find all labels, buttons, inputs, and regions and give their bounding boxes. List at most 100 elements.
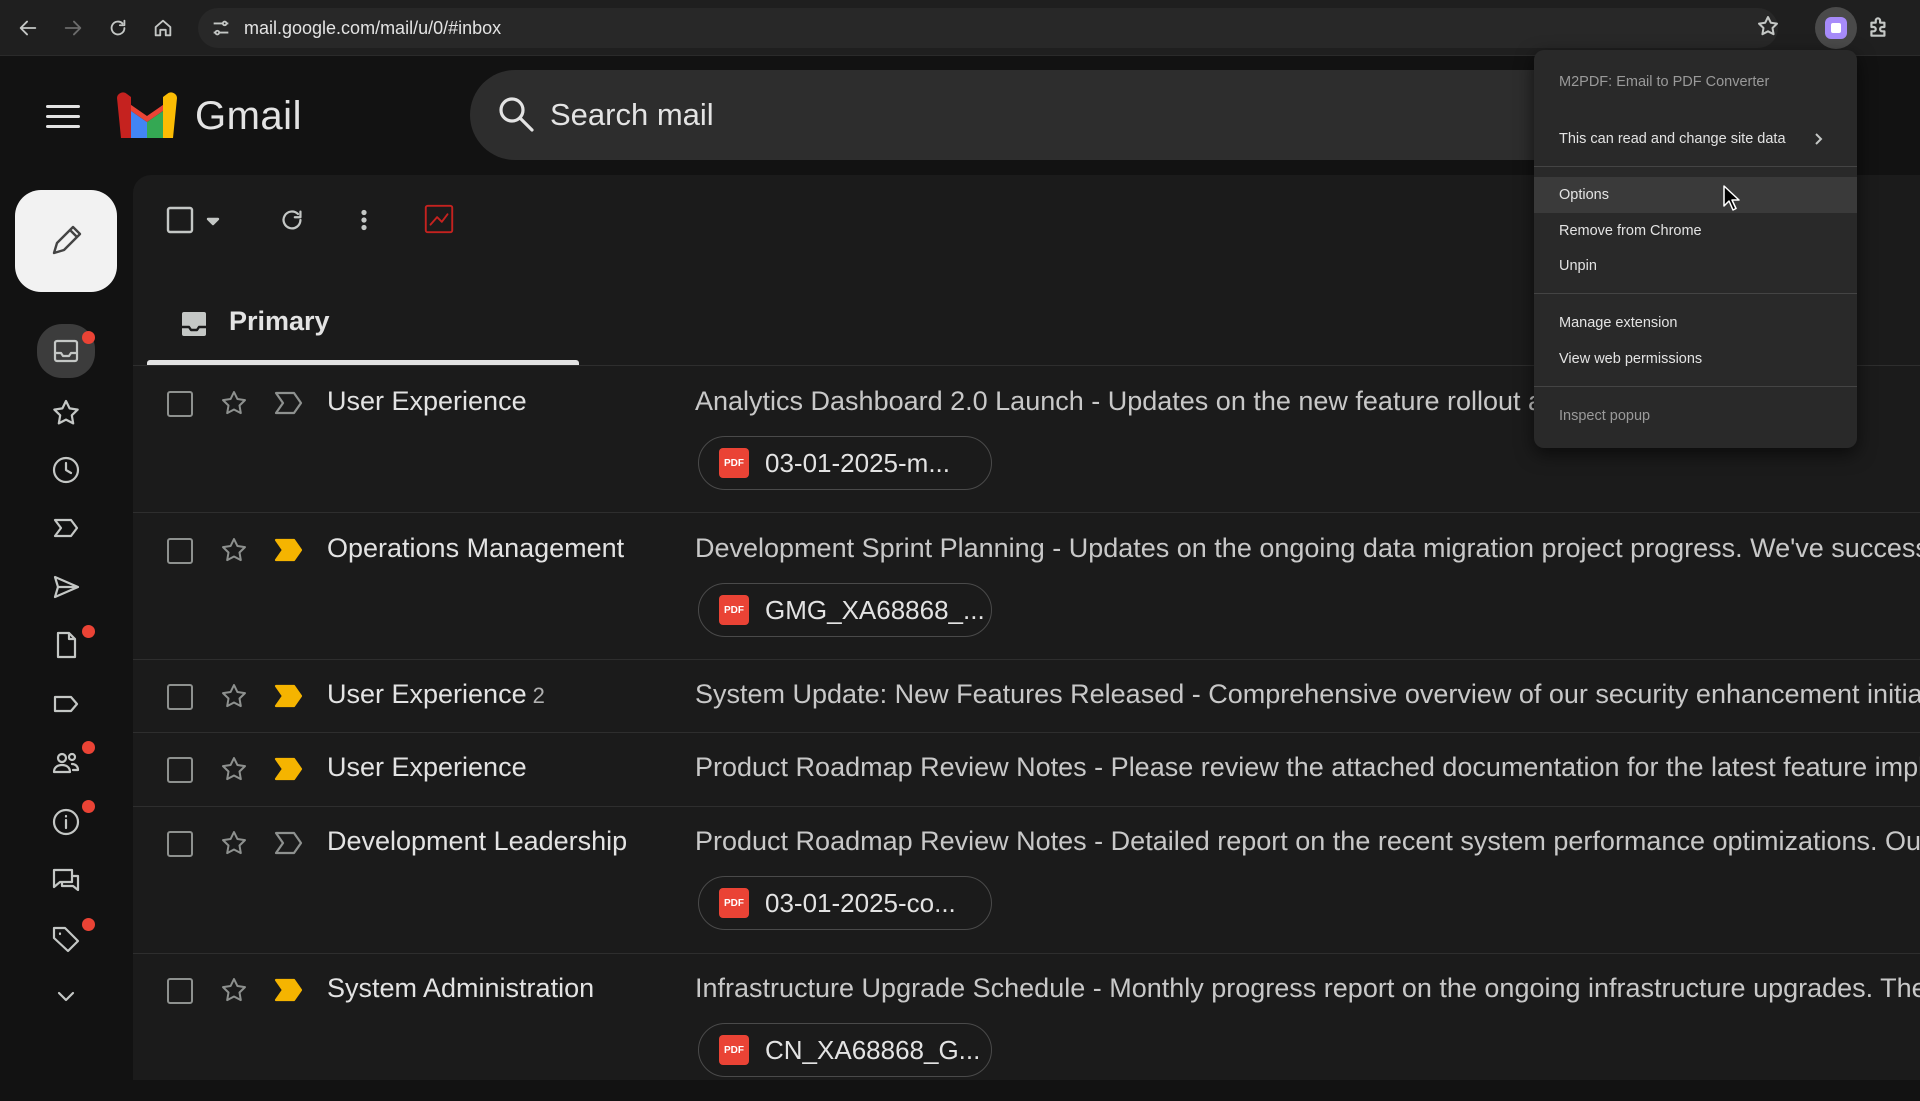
star-icon[interactable] — [219, 682, 249, 712]
menu-site-data-label: This can read and change site data — [1559, 131, 1786, 147]
row-checkbox[interactable] — [167, 684, 193, 710]
star-icon[interactable] — [219, 755, 249, 785]
tab-primary-label: Primary — [229, 306, 330, 336]
gmail-wordmark[interactable]: Gmail — [195, 94, 302, 139]
menu-site-data[interactable]: This can read and change site data — [1534, 121, 1857, 157]
email-sender: User Experience 2 — [327, 679, 545, 709]
attachment-name: 03-01-2025-co... — [765, 887, 956, 918]
important-marker-icon[interactable] — [274, 390, 304, 416]
important-marker-icon[interactable] — [274, 683, 304, 709]
star-icon[interactable] — [219, 829, 249, 859]
chevron-down-icon — [57, 991, 75, 1002]
email-row[interactable]: User Experience 2 System Update: New Feat… — [133, 660, 1920, 733]
main-menu-icon[interactable] — [46, 96, 86, 136]
site-info-icon[interactable] — [210, 17, 232, 39]
email-row[interactable]: Development Leadership Product Roadmap R… — [133, 807, 1920, 954]
pdf-file-icon: PDF — [719, 1035, 749, 1065]
select-all-checkbox[interactable] — [165, 205, 195, 235]
home-button[interactable] — [147, 12, 179, 44]
search-bar[interactable] — [470, 70, 1610, 160]
gmail-logo-icon[interactable] — [117, 92, 177, 138]
important-marker-icon[interactable] — [274, 756, 304, 782]
menu-options[interactable]: Options — [1534, 177, 1857, 213]
email-row[interactable]: Operations Management Development Sprint… — [133, 513, 1920, 660]
attachment-chip[interactable]: PDF 03-01-2025-m... — [698, 436, 992, 490]
send-icon — [53, 575, 80, 599]
star-icon[interactable] — [219, 389, 249, 419]
pdf-file-icon: PDF — [719, 448, 749, 478]
menu-divider — [1534, 166, 1857, 167]
pdf-file-icon: PDF — [719, 888, 749, 918]
email-subject: Infrastructure Upgrade Schedule - Monthl… — [695, 973, 1920, 1003]
tag-icon — [52, 926, 80, 953]
row-checkbox[interactable] — [167, 538, 193, 564]
rail-more[interactable] — [35, 972, 97, 1022]
draft-file-icon — [56, 631, 77, 659]
menu-divider — [1534, 386, 1857, 387]
rail-starred[interactable] — [35, 388, 97, 438]
reload-icon — [110, 19, 126, 36]
tab-primary[interactable]: Primary — [147, 285, 577, 365]
forward-arrow-icon — [64, 20, 82, 36]
inbox-notification-dot — [82, 331, 95, 344]
attachment-chip[interactable]: PDF GMG_XA68868_... — [698, 583, 992, 637]
rail-label[interactable] — [35, 679, 97, 729]
email-sender: User Experience — [327, 386, 527, 416]
info-icon — [52, 808, 80, 836]
inbox-tab-icon — [179, 309, 209, 339]
attachment-chip[interactable]: PDF 03-01-2025-co... — [698, 876, 992, 930]
bookmark-star-icon[interactable] — [1756, 14, 1784, 42]
important-marker-icon[interactable] — [274, 537, 304, 563]
menu-remove-from-chrome[interactable]: Remove from Chrome — [1534, 213, 1857, 249]
important-marker-icon[interactable] — [274, 977, 304, 1003]
important-marker-icon[interactable] — [274, 830, 304, 856]
pencil-icon — [52, 225, 82, 255]
mouse-cursor-icon — [1723, 185, 1740, 211]
back-arrow-icon — [19, 20, 37, 36]
drafts-notification-dot — [82, 625, 95, 638]
rail-sent[interactable] — [35, 562, 97, 612]
extension-icon — [1825, 17, 1847, 39]
email-subject: Development Sprint Planning - Updates on… — [695, 533, 1920, 563]
menu-manage-extension[interactable]: Manage extension — [1534, 305, 1857, 341]
row-checkbox[interactable] — [167, 391, 193, 417]
email-sender: Development Leadership — [327, 826, 628, 856]
attachment-chip[interactable]: PDF CN_XA68868_G... — [698, 1023, 992, 1077]
row-checkbox[interactable] — [167, 978, 193, 1004]
email-row[interactable]: System Administration Infrastructure Upg… — [133, 954, 1920, 1101]
search-input[interactable] — [550, 70, 1450, 160]
more-options-icon[interactable] — [347, 203, 381, 237]
row-checkbox[interactable] — [167, 757, 193, 783]
star-icon[interactable] — [219, 976, 249, 1006]
people-icon — [52, 752, 80, 774]
forward-button[interactable] — [57, 12, 89, 44]
refresh-icon[interactable] — [275, 203, 309, 237]
rail-forums[interactable] — [35, 855, 97, 905]
attachment-name: GMG_XA68868_... — [765, 594, 985, 625]
row-checkbox[interactable] — [167, 831, 193, 857]
url-text[interactable]: mail.google.com/mail/u/0/#inbox — [244, 18, 501, 39]
m2pdf-export-icon[interactable] — [421, 201, 457, 237]
email-row[interactable]: User Experience Product Roadmap Review N… — [133, 733, 1920, 807]
email-sender: System Administration — [327, 973, 595, 1003]
m2pdf-extension-button[interactable] — [1815, 7, 1857, 49]
label-icon — [53, 695, 79, 713]
extensions-puzzle-icon[interactable] — [1866, 14, 1894, 42]
attachment-name: 03-01-2025-m... — [765, 447, 950, 478]
search-icon[interactable] — [496, 94, 536, 134]
email-subject: System Update: New Features Released - C… — [695, 679, 1920, 709]
address-bar[interactable]: mail.google.com/mail/u/0/#inbox — [198, 8, 1778, 48]
menu-unpin[interactable]: Unpin — [1534, 248, 1857, 284]
back-button[interactable] — [12, 12, 44, 44]
rail-snoozed[interactable] — [35, 445, 97, 495]
social-notification-dot — [82, 741, 95, 754]
select-dropdown-icon[interactable] — [203, 211, 223, 231]
star-icon[interactable] — [219, 536, 249, 566]
rail-important[interactable] — [35, 503, 97, 553]
reload-button[interactable] — [102, 12, 134, 44]
menu-extension-name: M2PDF: Email to PDF Converter — [1559, 74, 1770, 90]
email-subject: Product Roadmap Review Notes - Detailed … — [695, 826, 1920, 856]
menu-view-web-permissions[interactable]: View web permissions — [1534, 341, 1857, 377]
email-sender: Operations Management — [327, 533, 625, 563]
compose-button[interactable] — [15, 190, 117, 292]
